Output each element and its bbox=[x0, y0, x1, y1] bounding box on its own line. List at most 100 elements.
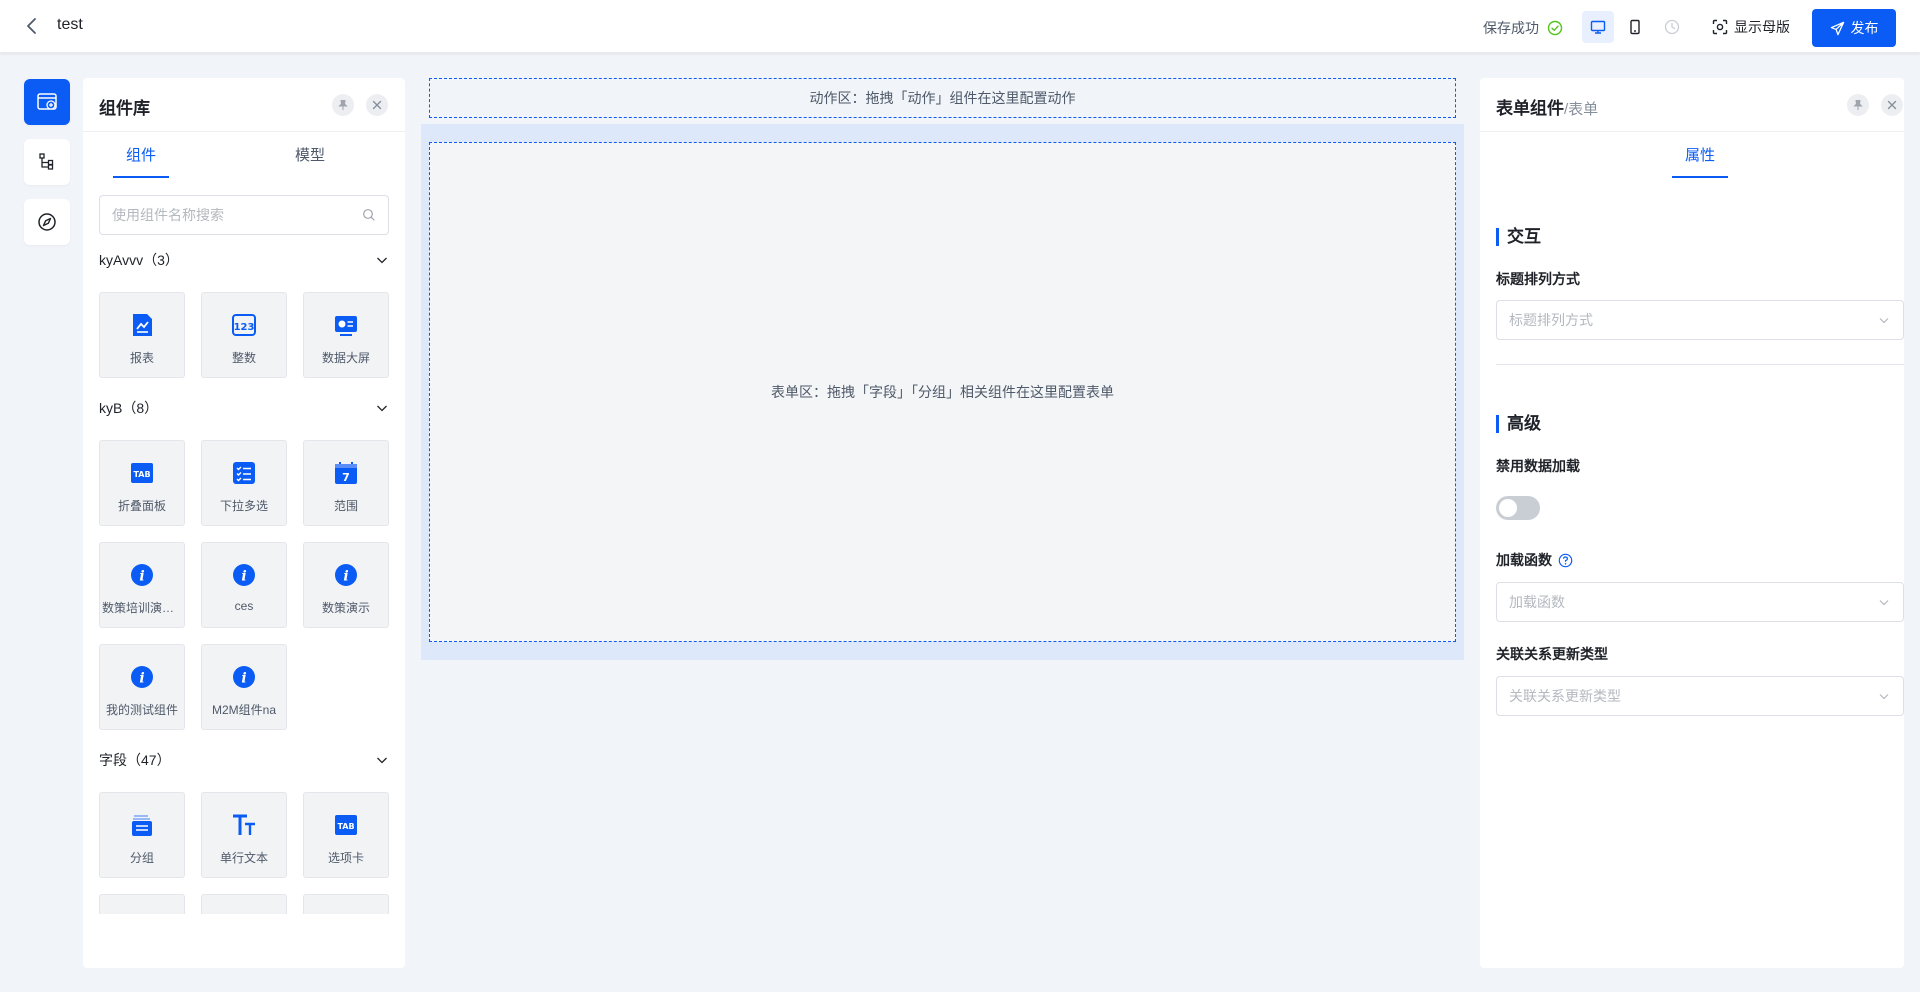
desktop-view-button[interactable] bbox=[1582, 11, 1614, 43]
disable-loading-toggle[interactable] bbox=[1496, 496, 1540, 520]
load-function-select[interactable]: 加载函数 bbox=[1496, 582, 1904, 622]
title-layout-select[interactable]: 标题排列方式 bbox=[1496, 300, 1904, 340]
component-tile[interactable]: i 数策演示 bbox=[303, 542, 389, 628]
tab-properties[interactable]: 属性 bbox=[1672, 144, 1728, 165]
chevron-down-icon bbox=[1879, 318, 1889, 324]
tile-label: 数策演示 bbox=[321, 601, 370, 615]
action-drop-zone[interactable]: 动作区：拖拽「动作」组件在这里配置动作 bbox=[429, 78, 1456, 118]
component-tile[interactable] bbox=[303, 894, 389, 914]
component-tile[interactable]: 单行文本 bbox=[201, 792, 287, 878]
action-zone-hint: 动作区：拖拽「动作」组件在这里配置动作 bbox=[809, 90, 1076, 106]
form-drop-zone[interactable]: 表单区：拖拽「字段」「分组」相关组件在这里配置表单 bbox=[429, 142, 1456, 642]
component-tile[interactable] bbox=[201, 894, 287, 914]
pin-button[interactable] bbox=[1847, 94, 1869, 116]
tab-models[interactable]: 模型 bbox=[282, 144, 338, 165]
chevron-down-icon bbox=[377, 257, 387, 264]
component-tile[interactable]: i M2M组件na bbox=[201, 644, 287, 730]
publish-button[interactable]: 发布 bbox=[1812, 9, 1896, 47]
tab-icon: TAB bbox=[128, 459, 156, 487]
component-library-rail-button[interactable] bbox=[24, 79, 70, 125]
pin-button[interactable] bbox=[332, 94, 354, 116]
component-tile[interactable] bbox=[99, 894, 185, 914]
group-header-kyb[interactable]: kyB（8） bbox=[99, 398, 389, 418]
tile-label: 折叠面板 bbox=[117, 499, 166, 513]
compass-icon bbox=[38, 213, 56, 231]
svg-text:i: i bbox=[241, 671, 246, 687]
divider bbox=[83, 131, 405, 132]
info-icon: i bbox=[230, 561, 258, 589]
group-label: kyB（8） bbox=[99, 400, 159, 416]
form-icon bbox=[128, 913, 156, 914]
group-header-kyavvv[interactable]: kyAvvv（3） bbox=[99, 250, 389, 270]
data-screen-icon bbox=[332, 311, 360, 339]
component-tile[interactable]: i 数策培训演示组件 bbox=[99, 542, 185, 628]
group-icon bbox=[128, 811, 156, 839]
app-title: test bbox=[57, 16, 83, 33]
search-icon bbox=[363, 209, 375, 221]
component-tile[interactable]: 分组 bbox=[99, 792, 185, 878]
svg-text:i: i bbox=[139, 671, 144, 687]
chevron-down-icon bbox=[377, 757, 387, 764]
tile-label: 报表 bbox=[129, 351, 154, 365]
close-icon bbox=[1887, 100, 1897, 110]
svg-text:i: i bbox=[241, 569, 246, 585]
component-tile[interactable]: TAB 选项卡 bbox=[303, 792, 389, 878]
close-library-button[interactable] bbox=[366, 94, 388, 116]
component-tile[interactable]: 7 范围 bbox=[303, 440, 389, 526]
component-tile[interactable]: i ces bbox=[201, 542, 287, 628]
outline-tree-rail-button[interactable] bbox=[24, 139, 70, 185]
svg-text:TAB: TAB bbox=[337, 822, 354, 831]
component-tile[interactable]: 报表 bbox=[99, 292, 185, 378]
save-status: 保存成功 bbox=[1483, 18, 1563, 38]
tile-label: M2M组件na bbox=[211, 703, 276, 717]
component-search-input[interactable] bbox=[112, 207, 362, 223]
component-tile[interactable]: 数据大屏 bbox=[303, 292, 389, 378]
component-library-panel: 组件库 组件 模型 kyAvvv（3） 报表 123 整数 数据大屏 kyB（ bbox=[83, 78, 405, 968]
info-icon: i bbox=[332, 561, 360, 589]
tile-label: 选项卡 bbox=[327, 851, 364, 865]
field-label-text: 关联关系更新类型 bbox=[1496, 646, 1608, 662]
explore-rail-button[interactable] bbox=[24, 199, 70, 245]
clipped-tile-row bbox=[83, 894, 405, 914]
tree-structure-icon bbox=[39, 153, 54, 170]
close-properties-button[interactable] bbox=[1881, 94, 1903, 116]
svg-text:i: i bbox=[139, 569, 144, 585]
show-master-button[interactable]: 显示母版 bbox=[1712, 11, 1790, 43]
field-label-text: 禁用数据加载 bbox=[1496, 458, 1580, 474]
tab-components[interactable]: 组件 bbox=[113, 144, 169, 165]
tab-icon bbox=[332, 913, 360, 914]
section-interaction: 交互 bbox=[1496, 228, 1541, 246]
load-function-label: 加载函数 bbox=[1496, 550, 1573, 570]
component-tile[interactable]: TAB 折叠面板 bbox=[99, 440, 185, 526]
report-icon bbox=[128, 311, 156, 339]
mobile-view-button[interactable] bbox=[1619, 11, 1651, 43]
title-layout-label: 标题排列方式 bbox=[1496, 269, 1580, 289]
svg-text:7: 7 bbox=[342, 471, 350, 484]
publish-label: 发布 bbox=[1850, 20, 1879, 36]
info-icon: i bbox=[230, 663, 258, 691]
chevron-down-icon bbox=[1879, 694, 1889, 700]
component-tile[interactable]: i 我的测试组件 bbox=[99, 644, 185, 730]
tile-label: 范围 bbox=[333, 499, 358, 513]
tile-label: 下拉多选 bbox=[219, 499, 268, 513]
help-circle-icon[interactable] bbox=[1558, 553, 1573, 568]
info-icon: i bbox=[128, 561, 156, 589]
component-search[interactable] bbox=[99, 195, 389, 235]
component-tile[interactable]: 123 整数 bbox=[201, 292, 287, 378]
select-placeholder: 关联关系更新类型 bbox=[1509, 688, 1621, 704]
group-header-fields[interactable]: 字段（47） bbox=[99, 750, 389, 770]
tile-label: 整数 bbox=[231, 351, 256, 365]
text-icon bbox=[230, 811, 258, 839]
top-header: test 保存成功 显示母版 发布 bbox=[0, 0, 1920, 53]
svg-text:i: i bbox=[343, 569, 348, 585]
relation-update-select[interactable]: 关联关系更新类型 bbox=[1496, 676, 1904, 716]
check-circle-icon bbox=[1547, 20, 1563, 36]
history-button[interactable] bbox=[1656, 11, 1688, 43]
component-type: /表单 bbox=[1564, 101, 1599, 118]
tile-label: 我的测试组件 bbox=[105, 703, 178, 717]
back-arrow-icon[interactable] bbox=[22, 15, 42, 37]
disable-loading-label: 禁用数据加载 bbox=[1496, 456, 1580, 476]
form-zone-hint: 表单区：拖拽「字段」「分组」相关组件在这里配置表单 bbox=[771, 384, 1114, 400]
component-tile[interactable]: 下拉多选 bbox=[201, 440, 287, 526]
tile-label: 单行文本 bbox=[219, 851, 268, 865]
